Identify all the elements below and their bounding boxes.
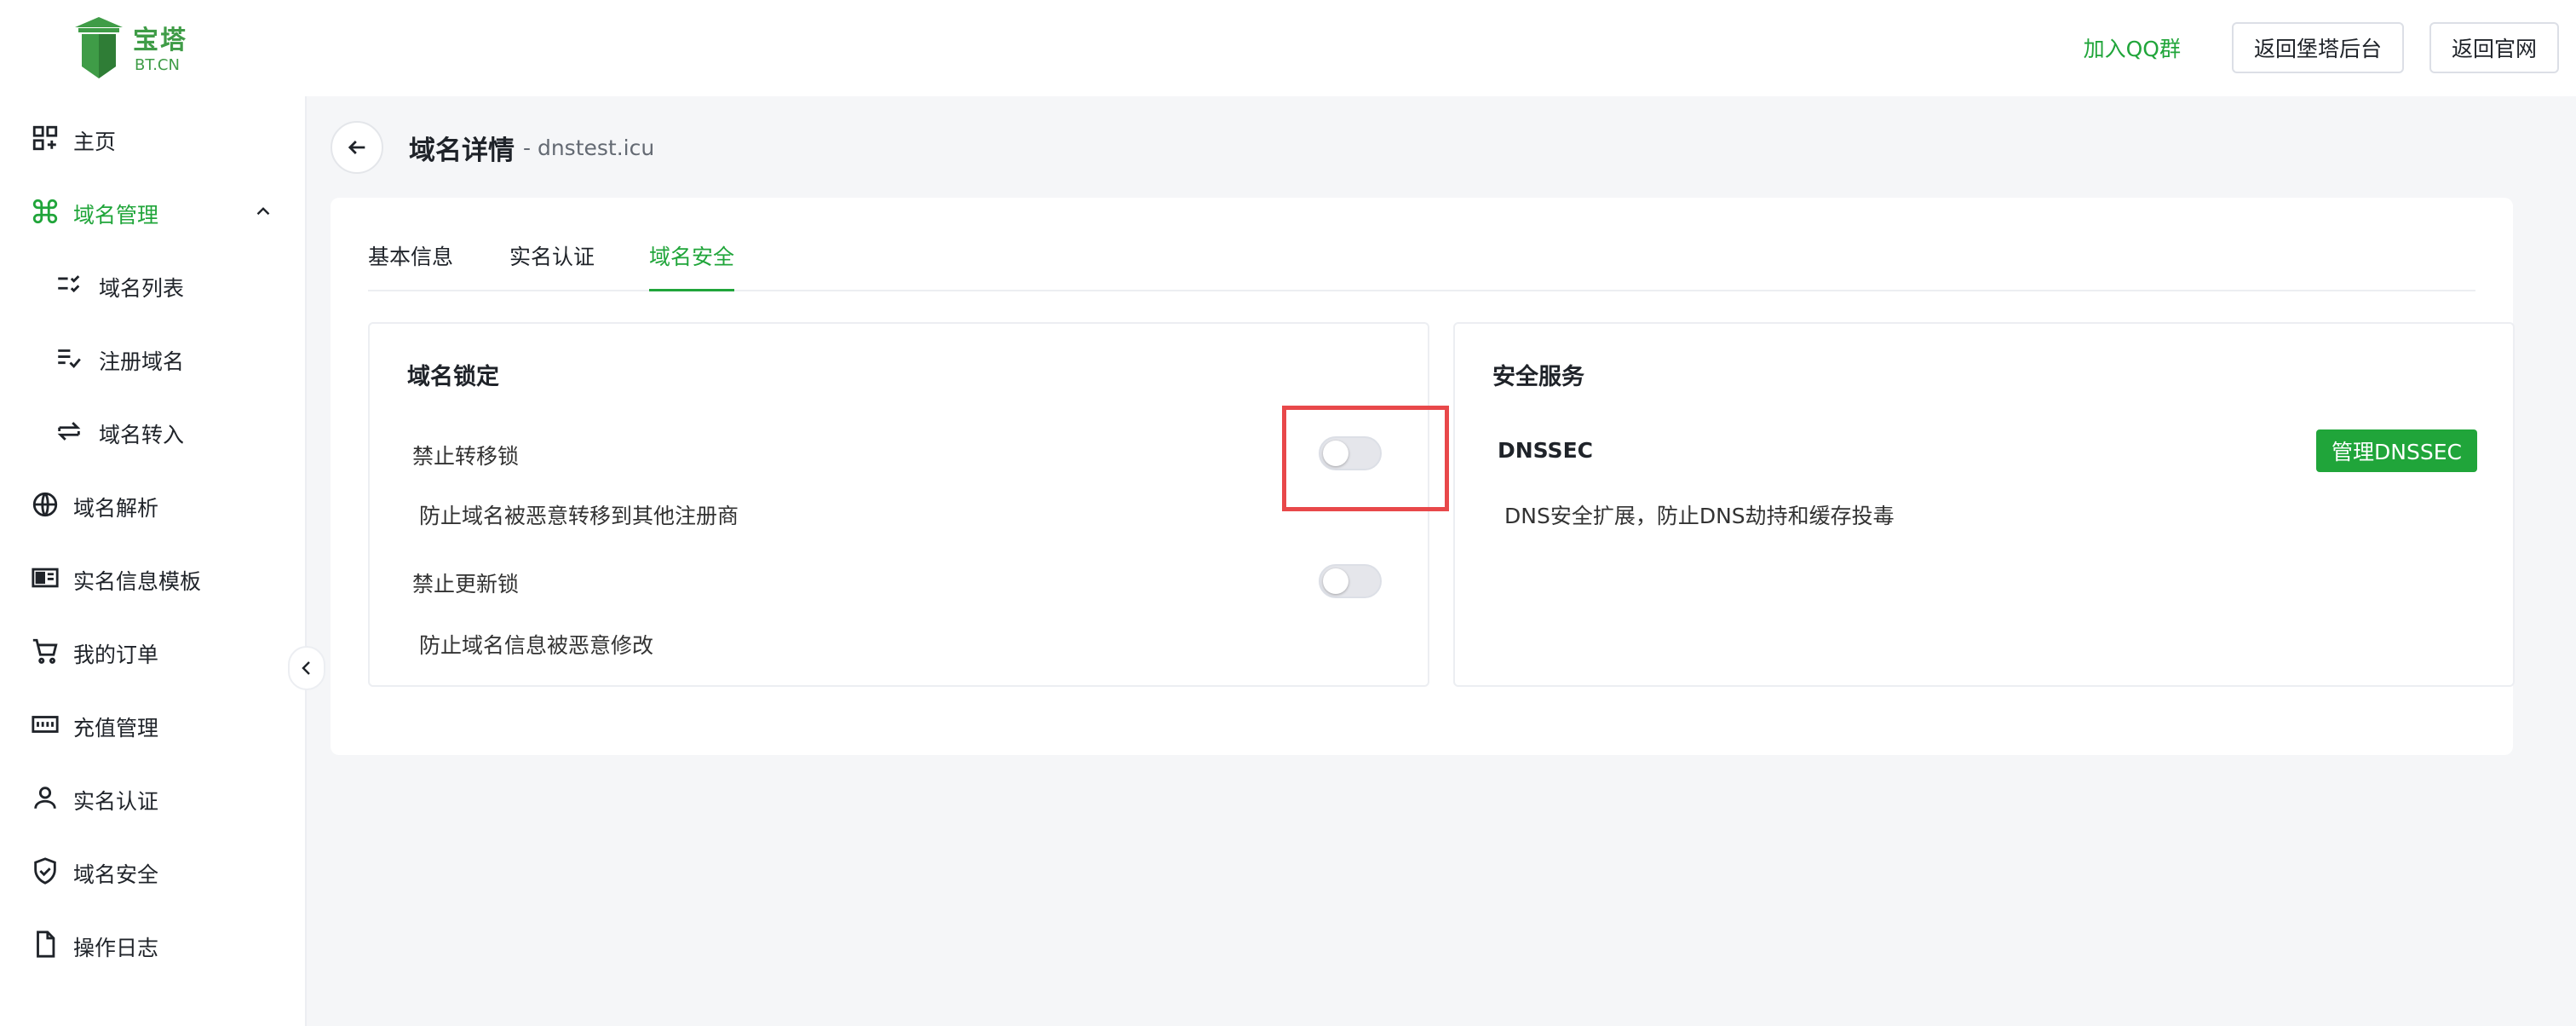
domain-lock-panel: 域名锁定 禁止转移锁 防止域名被恶意转移到其他注册商 禁止更新锁 防止域名信息被… [368, 322, 1429, 687]
money-icon [32, 716, 59, 733]
join-qq-group-link[interactable]: 加入QQ群 [2084, 32, 2181, 63]
brand-name-en: BT.CN [135, 56, 180, 74]
update-lock-label: 禁止更新锁 [412, 572, 520, 597]
panel-title: 安全服务 [1492, 364, 1584, 390]
sidebar-item-operation-log[interactable]: 操作日志 [0, 914, 305, 974]
transfer-lock-label: 禁止转移锁 [412, 444, 520, 469]
sidebar-item-home[interactable]: 主页 [0, 108, 305, 168]
back-to-website-button[interactable]: 返回官网 [2429, 22, 2559, 73]
user-icon [34, 787, 56, 809]
transfer-icon [57, 422, 81, 441]
command-icon [32, 199, 58, 224]
sidebar-item-label: 域名解析 [73, 496, 159, 521]
update-lock-desc: 防止域名信息被恶意修改 [419, 633, 654, 658]
tab-basic-info[interactable]: 基本信息 [368, 235, 453, 291]
brand-name-cn: 宝塔 [133, 26, 187, 55]
manage-dnssec-button[interactable]: 管理DNSSEC [2316, 429, 2477, 472]
sidebar-item-recharge[interactable]: 充值管理 [0, 695, 305, 754]
page-subtitle-domain: - dnstest.icu [523, 135, 655, 160]
sidebar-item-label: 域名列表 [99, 276, 185, 301]
dnssec-desc: DNS安全扩展，防止DNS劫持和缓存投毒 [1504, 504, 1895, 528]
sidebar-item-label: 域名管理 [73, 203, 159, 228]
transfer-lock-desc: 防止域名被恶意转移到其他注册商 [419, 504, 739, 528]
sidebar-item-label: 操作日志 [73, 936, 159, 960]
chevron-up-icon[interactable] [252, 200, 274, 222]
pagoda-logo-icon [75, 17, 123, 78]
sidebar-item-domain-transfer[interactable]: 域名转入 [0, 401, 305, 461]
toggle-knob [1323, 568, 1348, 594]
top-bar: 宝塔 BT.CN 加入QQ群 返回堡塔后台 返回官网 [0, 0, 2576, 96]
id-card-icon [32, 568, 59, 588]
sidebar-item-label: 域名安全 [73, 862, 159, 887]
tab-domain-security[interactable]: 域名安全 [649, 235, 735, 291]
highlight-annotation-box [1282, 406, 1449, 511]
page-header: 域名详情 - dnstest.icu [331, 121, 655, 174]
sidebar-item-label: 注册域名 [99, 349, 185, 374]
sidebar-item-dns-resolution[interactable]: 域名解析 [0, 475, 305, 534]
dashboard-icon [32, 125, 58, 151]
sidebar-item-my-orders[interactable]: 我的订单 [0, 621, 305, 681]
sidebar: 主页 域名管理 域名列表 注册域名 域名转入 域名解析 实名信息模板 我的订单 … [0, 96, 307, 1026]
page-title: 域名详情 [409, 135, 515, 166]
globe-icon [32, 492, 58, 517]
tab-realname-auth[interactable]: 实名认证 [509, 235, 595, 291]
file-icon [37, 931, 55, 958]
dnssec-label: DNSSEC [1498, 438, 1593, 463]
sidebar-item-label: 我的订单 [73, 643, 159, 667]
list-check-icon [58, 275, 80, 293]
chevron-left-icon [302, 661, 310, 675]
sidebar-item-label: 实名认证 [73, 789, 159, 814]
sidebar-item-domain-list[interactable]: 域名列表 [0, 255, 305, 314]
sidebar-collapse-button[interactable] [288, 646, 325, 690]
shield-icon [34, 857, 56, 885]
sidebar-item-label: 域名转入 [99, 423, 185, 447]
sidebar-item-domain-security[interactable]: 域名安全 [0, 841, 305, 901]
top-actions: 加入QQ群 返回堡塔后台 返回官网 [2084, 22, 2559, 73]
sidebar-item-realname-auth[interactable]: 实名认证 [0, 768, 305, 827]
security-service-panel: 安全服务 DNSSEC 管理DNSSEC DNS安全扩展，防止DNS劫持和缓存投… [1453, 322, 2515, 687]
brand-logo[interactable]: 宝塔 BT.CN [70, 14, 206, 82]
list-add-icon [58, 349, 81, 369]
back-button[interactable] [331, 121, 383, 174]
arrow-left-icon [348, 141, 365, 154]
sidebar-item-label: 实名信息模板 [73, 569, 202, 594]
cart-icon [32, 638, 58, 664]
sidebar-item-realname-template[interactable]: 实名信息模板 [0, 548, 305, 608]
sidebar-item-label: 主页 [73, 130, 117, 154]
sidebar-item-domain-management[interactable]: 域名管理 [0, 182, 305, 241]
sidebar-item-register-domain[interactable]: 注册域名 [0, 328, 305, 388]
sidebar-item-label: 充值管理 [73, 716, 159, 741]
tab-bar: 基本信息 实名认证 域名安全 [368, 235, 2475, 291]
update-lock-toggle[interactable] [1319, 564, 1382, 598]
back-to-panel-button[interactable]: 返回堡塔后台 [2231, 22, 2404, 73]
panel-title: 域名锁定 [407, 364, 499, 390]
